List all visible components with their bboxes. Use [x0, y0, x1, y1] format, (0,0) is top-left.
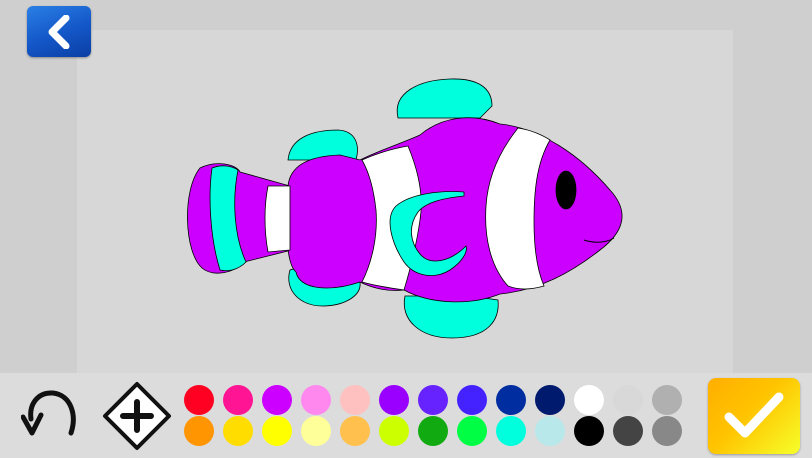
- undo-arrow-icon: [21, 390, 76, 436]
- checkmark-icon: [724, 392, 784, 438]
- color-swatch[interactable]: [184, 385, 214, 415]
- color-swatch[interactable]: [652, 385, 682, 415]
- color-swatch[interactable]: [223, 416, 253, 446]
- color-swatch[interactable]: [493, 413, 529, 449]
- bottom-toolbar: [0, 373, 812, 458]
- color-swatch[interactable]: [457, 416, 487, 446]
- clownfish-picture[interactable]: [77, 30, 733, 373]
- eraser-button[interactable]: [100, 379, 174, 453]
- confirm-button[interactable]: [708, 378, 800, 454]
- color-swatch[interactable]: [613, 416, 643, 446]
- undo-button[interactable]: [18, 379, 88, 453]
- color-swatch[interactable]: [379, 385, 409, 415]
- color-swatch[interactable]: [340, 416, 370, 446]
- color-swatch[interactable]: [262, 416, 292, 446]
- drawing-canvas[interactable]: [77, 30, 733, 373]
- color-swatch[interactable]: [301, 416, 331, 446]
- back-button[interactable]: [27, 6, 91, 57]
- fish-eye[interactable]: [555, 170, 577, 210]
- color-swatch[interactable]: [223, 385, 253, 415]
- pelvic-fin[interactable]: [403, 295, 499, 339]
- color-swatch[interactable]: [457, 385, 487, 415]
- color-swatch[interactable]: [418, 416, 448, 446]
- rear-stripe[interactable]: [264, 185, 291, 253]
- color-swatch[interactable]: [262, 385, 292, 415]
- color-swatch[interactable]: [418, 385, 448, 415]
- color-swatch[interactable]: [574, 416, 604, 446]
- color-swatch[interactable]: [184, 416, 214, 446]
- color-swatch[interactable]: [652, 416, 682, 446]
- dorsal-fin-rear[interactable]: [287, 129, 358, 161]
- color-swatch[interactable]: [613, 385, 643, 415]
- color-swatch[interactable]: [574, 385, 604, 415]
- color-swatch[interactable]: [535, 385, 565, 415]
- dorsal-fin-front[interactable]: [396, 78, 493, 119]
- chevron-left-icon: [48, 14, 70, 49]
- color-swatch[interactable]: [535, 416, 565, 446]
- color-swatch[interactable]: [340, 385, 370, 415]
- color-swatch[interactable]: [496, 385, 526, 415]
- color-swatch[interactable]: [379, 416, 409, 446]
- add-eraser-icon: [103, 382, 171, 450]
- color-swatch[interactable]: [301, 385, 331, 415]
